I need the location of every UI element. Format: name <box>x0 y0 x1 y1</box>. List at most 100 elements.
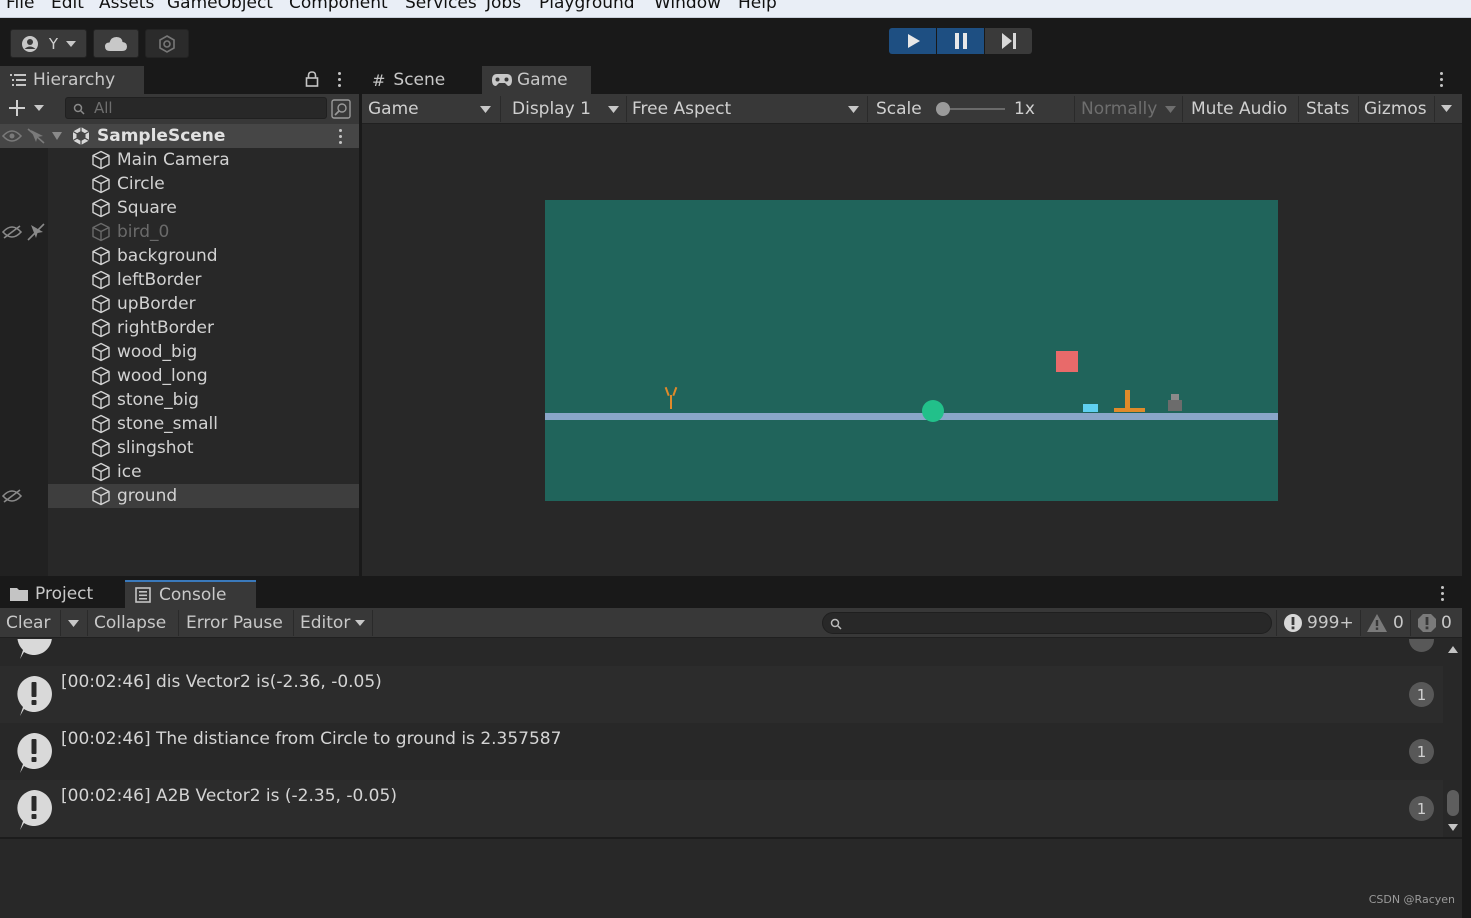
visibility-icon[interactable] <box>2 129 22 143</box>
account-dropdown[interactable]: Y <box>10 29 87 58</box>
hierarchy-panel: Hierarchy All SampleScene Main Camera Ci… <box>0 64 359 576</box>
log-entry[interactable]: [00:02:46] A2B Vector2 is (-2.35, -0.05)… <box>0 780 1443 837</box>
create-dropdown[interactable] <box>8 99 44 117</box>
hierarchy-item[interactable]: rightBorder <box>48 316 359 340</box>
hierarchy-item-label: upBorder <box>117 294 196 314</box>
warning-filter-toggle[interactable]: 0 <box>1367 608 1404 638</box>
menu-window[interactable]: Window <box>654 0 721 13</box>
clear-options-chevron-icon[interactable] <box>68 620 79 627</box>
scale-slider-thumb[interactable] <box>936 102 950 116</box>
gameobject-cube-icon <box>92 438 110 458</box>
main-toolbar: Y <box>0 18 1471 64</box>
gameobject-cube-icon <box>92 198 110 218</box>
error-pause-button[interactable]: Error Pause <box>186 608 283 638</box>
scroll-thumb[interactable] <box>1447 790 1459 816</box>
wood-structure <box>1114 390 1145 412</box>
menu-component[interactable]: Component <box>289 0 388 13</box>
divider <box>87 610 88 636</box>
step-icon <box>1001 33 1016 49</box>
tab-console-label: Console <box>159 585 227 605</box>
hierarchy-search-input[interactable]: All <box>65 97 327 119</box>
hierarchy-item[interactable]: ground <box>48 484 359 508</box>
step-button[interactable] <box>985 28 1032 54</box>
gizmos-chevron-icon[interactable] <box>1441 105 1452 112</box>
play-mode-dropdown[interactable]: Normally <box>1081 94 1179 124</box>
menu-edit[interactable]: Edit <box>51 0 84 13</box>
hierarchy-item[interactable]: background <box>48 244 359 268</box>
pause-button[interactable] <box>937 28 984 54</box>
menu-jobs[interactable]: Jobs <box>486 0 521 13</box>
log-entry[interactable]: [00:02:46] The distiance from Circle to … <box>0 723 1443 780</box>
log-message: [00:02:46] dis Vector2 is(-2.36, -0.05) <box>61 672 382 692</box>
scroll-up-icon[interactable] <box>1448 646 1458 653</box>
tab-project[interactable]: Project <box>0 580 122 608</box>
hierarchy-item[interactable]: Square <box>48 196 359 220</box>
hidden-eye-icon[interactable] <box>2 225 22 239</box>
gameobject-cube-icon <box>92 294 110 314</box>
console-menu-icon[interactable] <box>1435 584 1449 602</box>
hierarchy-item[interactable]: ice <box>48 460 359 484</box>
cloud-button[interactable] <box>93 29 139 58</box>
hierarchy-item[interactable]: upBorder <box>48 292 359 316</box>
menu-playground[interactable]: Playground <box>539 0 635 13</box>
display-mode-dropdown[interactable]: Game <box>368 94 492 124</box>
search-options-icon[interactable] <box>331 99 351 119</box>
tab-scene[interactable]: # Scene <box>362 66 480 94</box>
aspect-dropdown[interactable]: Free Aspect <box>632 94 862 124</box>
scene-menu-icon[interactable] <box>333 127 347 145</box>
mute-audio-button[interactable]: Mute Audio <box>1191 94 1287 124</box>
log-entry[interactable]: [00:02:46] dis Vector2 is(-2.36, -0.05) 1 <box>0 666 1443 723</box>
unpickable-icon[interactable] <box>27 223 45 241</box>
error-filter-toggle[interactable]: 0 <box>1417 608 1452 638</box>
menu-help[interactable]: Help <box>738 0 777 13</box>
console-toolbar: Clear Collapse Error Pause Editor 999+ 0… <box>0 608 1462 638</box>
expand-arrow-icon[interactable] <box>52 132 62 140</box>
menu-file[interactable]: File <box>6 0 34 13</box>
collapse-button[interactable]: Collapse <box>94 608 166 638</box>
play-button[interactable] <box>889 28 936 54</box>
hierarchy-item[interactable]: leftBorder <box>48 268 359 292</box>
tab-hierarchy[interactable]: Hierarchy <box>0 66 144 94</box>
chevron-down-icon <box>848 106 859 113</box>
menu-services[interactable]: Services <box>405 0 477 13</box>
hierarchy-item[interactable]: wood_long <box>48 364 359 388</box>
gizmos-button[interactable]: Gizmos <box>1364 94 1427 124</box>
stats-button[interactable]: Stats <box>1306 94 1349 124</box>
game-scene <box>545 351 1278 422</box>
log-message: [00:02:46] A2B Vector2 is (-2.35, -0.05) <box>61 786 397 806</box>
hierarchy-item[interactable]: stone_small <box>48 412 359 436</box>
display-dropdown[interactable]: Display 1 <box>512 94 620 124</box>
divider <box>372 610 373 636</box>
clear-button[interactable]: Clear <box>6 608 50 638</box>
square <box>1056 351 1078 372</box>
menu-gameobject[interactable]: GameObject <box>167 0 273 13</box>
console-search-input[interactable] <box>822 612 1272 634</box>
editor-dropdown[interactable]: Editor <box>300 608 368 638</box>
log-filter-toggle[interactable]: 999+ <box>1283 608 1354 638</box>
scene-name: SampleScene <box>97 126 226 146</box>
hierarchy-item-label: slingshot <box>117 438 194 458</box>
view-menu-icon[interactable] <box>1434 70 1448 88</box>
menu-assets[interactable]: Assets <box>99 0 154 13</box>
collab-button[interactable] <box>145 29 189 58</box>
divider <box>1276 610 1277 636</box>
hierarchy-item[interactable]: bird_0 <box>48 220 359 244</box>
hierarchy-item[interactable]: slingshot <box>48 436 359 460</box>
hierarchy-item[interactable]: wood_big <box>48 340 359 364</box>
hidden-eye-icon[interactable] <box>2 489 22 503</box>
hierarchy-item[interactable]: stone_big <box>48 388 359 412</box>
console-scrollbar[interactable] <box>1444 638 1462 838</box>
scene-row[interactable]: SampleScene <box>0 124 359 148</box>
pickable-icon[interactable] <box>27 128 45 144</box>
lock-icon[interactable] <box>305 71 319 87</box>
scale-value: 1x <box>1014 99 1035 119</box>
game-canvas[interactable] <box>545 200 1278 501</box>
hierarchy-menu-icon[interactable] <box>332 70 346 88</box>
scroll-down-icon[interactable] <box>1448 824 1458 831</box>
tab-game[interactable]: Game <box>482 66 591 94</box>
hierarchy-item[interactable]: Main Camera <box>48 148 359 172</box>
tab-console[interactable]: Console <box>125 580 256 608</box>
hierarchy-item[interactable]: Circle <box>48 172 359 196</box>
log-entry-partial[interactable] <box>0 639 1443 665</box>
circle <box>922 400 944 422</box>
